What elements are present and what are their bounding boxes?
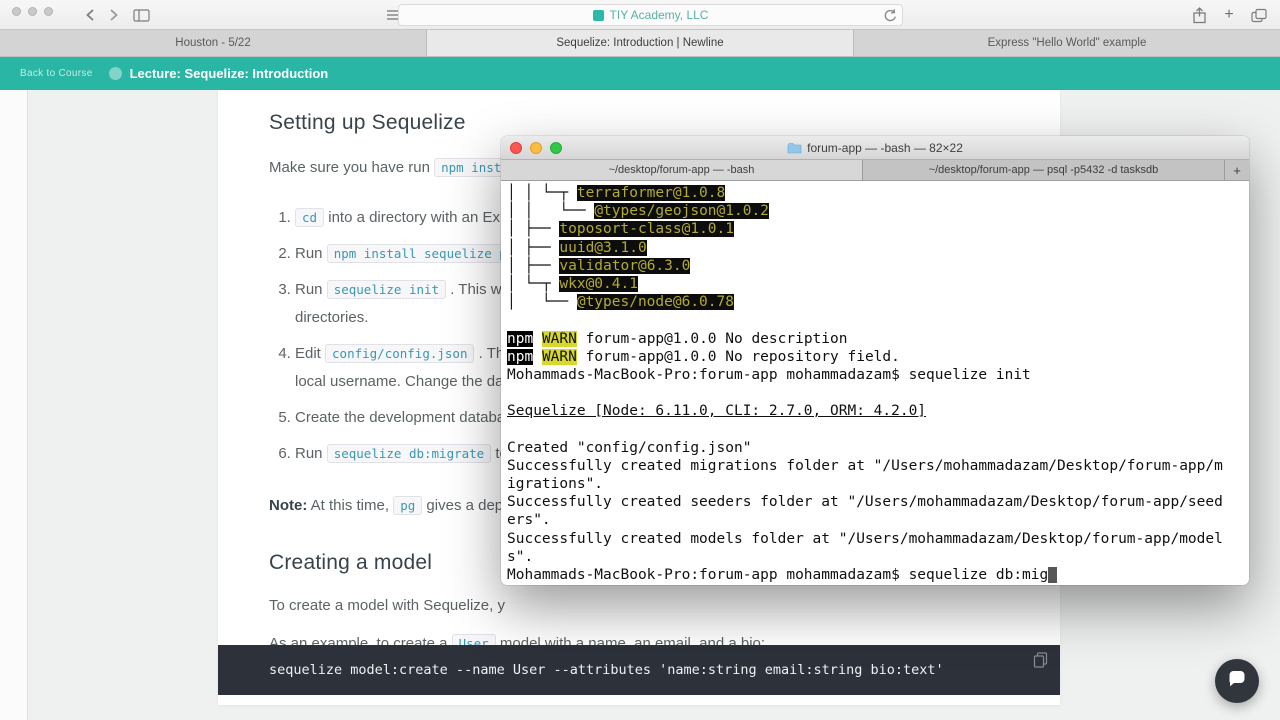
step-code: config/config.json: [325, 344, 475, 363]
copy-icon[interactable]: [1033, 652, 1048, 673]
command-code-block: sequelize model:create --name User --att…: [218, 645, 1060, 695]
terminal-tab-bar: ~/desktop/forum-app — -bash ~/desktop/fo…: [501, 160, 1249, 181]
terminal-window-controls: [510, 142, 562, 154]
share-icon[interactable]: [1188, 4, 1210, 26]
step-text: Run: [295, 245, 327, 262]
terminal-tab-psql[interactable]: ~/desktop/forum-app — psql -p5432 -d tas…: [863, 160, 1225, 180]
terminal-title: forum-app — -bash — 82×22: [807, 140, 963, 155]
terminal-new-tab-button[interactable]: +: [1225, 160, 1249, 180]
model-paragraph: To create a model with Sequelize, y: [269, 597, 505, 614]
terminal-tab-label: ~/desktop/forum-app — -bash: [608, 164, 755, 176]
step-text: Edit: [295, 345, 326, 362]
step-text: Run: [295, 445, 327, 462]
new-tab-icon[interactable]: +: [1218, 4, 1240, 26]
step-text: directories.: [295, 309, 369, 326]
step-text: into a directory with an Exp: [324, 209, 509, 226]
toolbar-right-icons: +: [1188, 4, 1270, 26]
chat-icon: [1227, 669, 1247, 694]
address-bar[interactable]: TIY Academy, LLC: [398, 4, 903, 26]
folder-icon: [787, 142, 802, 154]
note-label: Note:: [269, 497, 308, 514]
intercom-launcher[interactable]: [1215, 659, 1259, 703]
terminal-tab-bash[interactable]: ~/desktop/forum-app — -bash: [501, 160, 863, 180]
sidebar-icon[interactable]: [130, 4, 152, 26]
intro-code: npm inst: [434, 158, 509, 177]
terminal-window: forum-app — -bash — 82×22 ~/desktop/foru…: [501, 136, 1249, 585]
screen: TIY Academy, LLC + Houston - 5/22 Sequel…: [0, 0, 1280, 720]
terminal-titlebar[interactable]: forum-app — -bash — 82×22: [501, 136, 1249, 160]
setup-heading: Setting up Sequelize: [269, 111, 466, 134]
step-code: sequelize db:migrate: [326, 444, 492, 463]
note-text: gives a depr: [422, 497, 509, 514]
browser-tab-houston[interactable]: Houston - 5/22: [0, 30, 427, 56]
step-text: Create the development databas: [295, 409, 513, 426]
terminal-minimize-button[interactable]: [530, 142, 542, 154]
browser-tab-sequelize[interactable]: Sequelize: Introduction | Newline: [427, 30, 854, 56]
terminal-close-button[interactable]: [510, 142, 522, 154]
close-window-button[interactable]: [12, 7, 21, 16]
step-code: cd: [295, 208, 325, 227]
browser-tab-label: Sequelize: Introduction | Newline: [556, 37, 724, 49]
site-icon: [592, 9, 604, 21]
back-to-course-link[interactable]: Back to Course: [20, 68, 93, 79]
note-code: pg: [393, 496, 423, 515]
step-text: Run: [295, 281, 327, 298]
step-code: sequelize init: [326, 280, 447, 299]
note-text: At this time,: [307, 497, 394, 514]
browser-tab-express[interactable]: Express "Hello World" example: [854, 30, 1280, 56]
lesson-header: Back to Course Lecture: Sequelize: Intro…: [0, 57, 1280, 90]
forward-icon[interactable]: [102, 4, 124, 26]
minimize-window-button[interactable]: [28, 7, 37, 16]
terminal-body[interactable]: │ │ └─┬ terraformer@1.0.8 │ │ └── @types/…: [501, 181, 1249, 584]
browser-tab-label: Houston - 5/22: [175, 37, 251, 49]
step-code: npm install sequelize p: [326, 244, 514, 263]
left-gutter: [0, 90, 28, 720]
terminal-tab-label: ~/desktop/forum-app — psql -p5432 -d tas…: [928, 164, 1159, 176]
zoom-window-button[interactable]: [44, 7, 53, 16]
terminal-zoom-button[interactable]: [550, 142, 562, 154]
command-text: sequelize model:create --name User --att…: [269, 662, 944, 678]
reload-icon[interactable]: [882, 8, 897, 28]
address-title: TIY Academy, LLC: [609, 8, 709, 22]
step-text: local username. Change the data: [295, 373, 516, 390]
browser-toolbar: TIY Academy, LLC +: [0, 0, 1280, 30]
browser-tab-bar: Houston - 5/22 Sequelize: Introduction |…: [0, 30, 1280, 57]
tab-overview-icon[interactable]: [1248, 4, 1270, 26]
lesson-bullet-icon: [108, 67, 122, 80]
window-controls: [12, 7, 53, 16]
lesson-title: Lecture: Sequelize: Introduction: [129, 66, 329, 81]
back-icon[interactable]: [80, 4, 102, 26]
intro-text: Make sure you have run: [269, 159, 435, 176]
browser-tab-label: Express "Hello World" example: [987, 37, 1147, 49]
